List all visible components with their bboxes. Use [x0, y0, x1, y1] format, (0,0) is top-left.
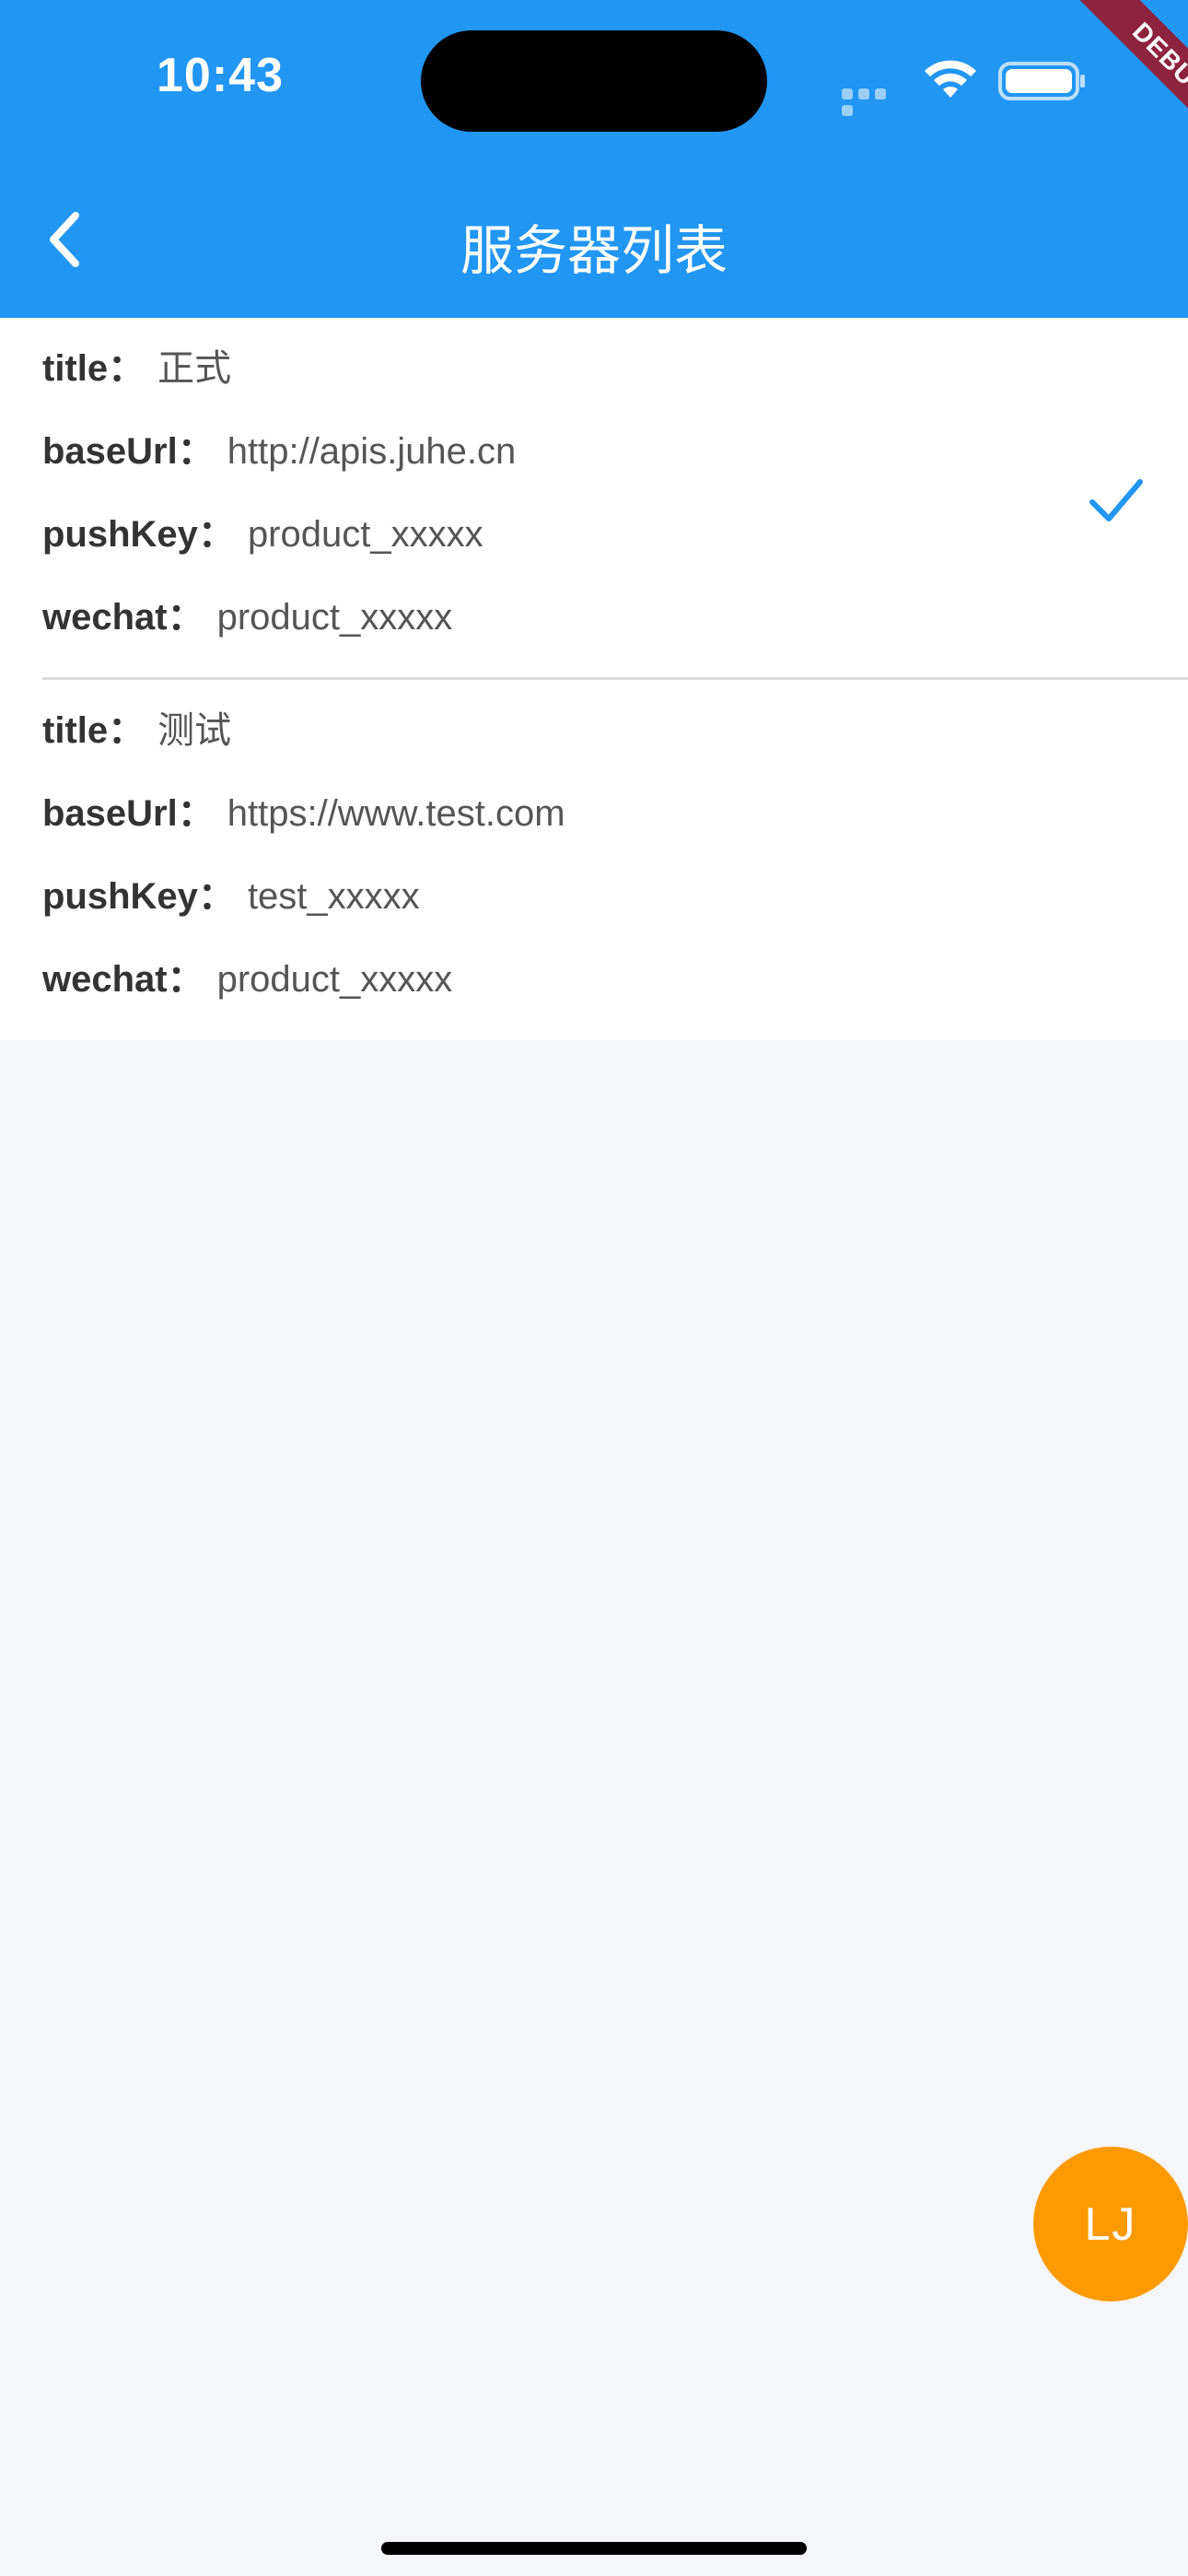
debug-label: DEBUG: [1058, 0, 1188, 166]
field-separator: ：: [167, 959, 204, 1000]
title-value: 正式: [157, 348, 232, 389]
field-separator: ：: [177, 431, 215, 472]
pushkey-label: pushKey: [42, 514, 198, 555]
wechat-value: product_xxxxx: [216, 959, 453, 1000]
server-pushkey-row: pushKey： product_xxxxx: [42, 511, 1188, 594]
server-list: title： 正式 baseUrl： http://apis.juhe.cn pus…: [0, 318, 1188, 1040]
server-title-row: title： 测试: [42, 708, 1188, 790]
server-wechat-row: wechat： product_xxxxx: [42, 594, 1188, 677]
pushkey-value: test_xxxxx: [247, 876, 420, 917]
floating-action-button[interactable]: LJ: [1033, 2147, 1188, 2301]
baseurl-label: baseUrl: [42, 431, 178, 472]
server-baseurl-row: baseUrl： http://apis.juhe.cn: [42, 428, 1188, 511]
baseurl-value: http://apis.juhe.cn: [227, 431, 517, 472]
wifi-icon: [925, 60, 976, 98]
title-value: 测试: [157, 710, 232, 751]
debug-banner: DEBUG: [1022, 0, 1188, 166]
cellular-signal-icon: [842, 88, 906, 116]
checkmark-icon: [1089, 479, 1143, 521]
field-separator: ：: [108, 348, 146, 389]
wechat-label: wechat: [42, 597, 168, 638]
server-title-row: title： 正式: [42, 345, 1188, 428]
field-separator: ：: [108, 710, 146, 751]
baseurl-value: https://www.test.com: [227, 793, 565, 834]
dynamic-island: [421, 30, 767, 132]
server-baseurl-row: baseUrl： https://www.test.com: [42, 790, 1188, 873]
server-item-production[interactable]: title： 正式 baseUrl： http://apis.juhe.cn pus…: [0, 318, 1188, 677]
pushkey-value: product_xxxxx: [247, 514, 483, 555]
wechat-label: wechat: [42, 959, 168, 1000]
page-title: 服务器列表: [460, 221, 728, 281]
app-header: 10:43 DEBUG 服务器列表: [0, 0, 1188, 318]
field-separator: ：: [197, 876, 235, 917]
home-indicator[interactable]: [381, 2542, 807, 2555]
status-time: 10:43: [157, 49, 284, 102]
title-label: title: [42, 710, 109, 751]
server-wechat-row: wechat： product_xxxxx: [42, 956, 1188, 1039]
field-separator: ：: [197, 514, 235, 555]
field-separator: ：: [167, 597, 204, 638]
wechat-value: product_xxxxx: [216, 597, 453, 638]
baseurl-label: baseUrl: [42, 793, 178, 834]
server-item-test[interactable]: title： 测试 baseUrl： https://www.test.com pu…: [0, 680, 1188, 1040]
field-separator: ：: [177, 793, 215, 834]
pushkey-label: pushKey: [42, 876, 198, 917]
title-label: title: [42, 348, 109, 389]
server-pushkey-row: pushKey： test_xxxxx: [42, 873, 1188, 956]
